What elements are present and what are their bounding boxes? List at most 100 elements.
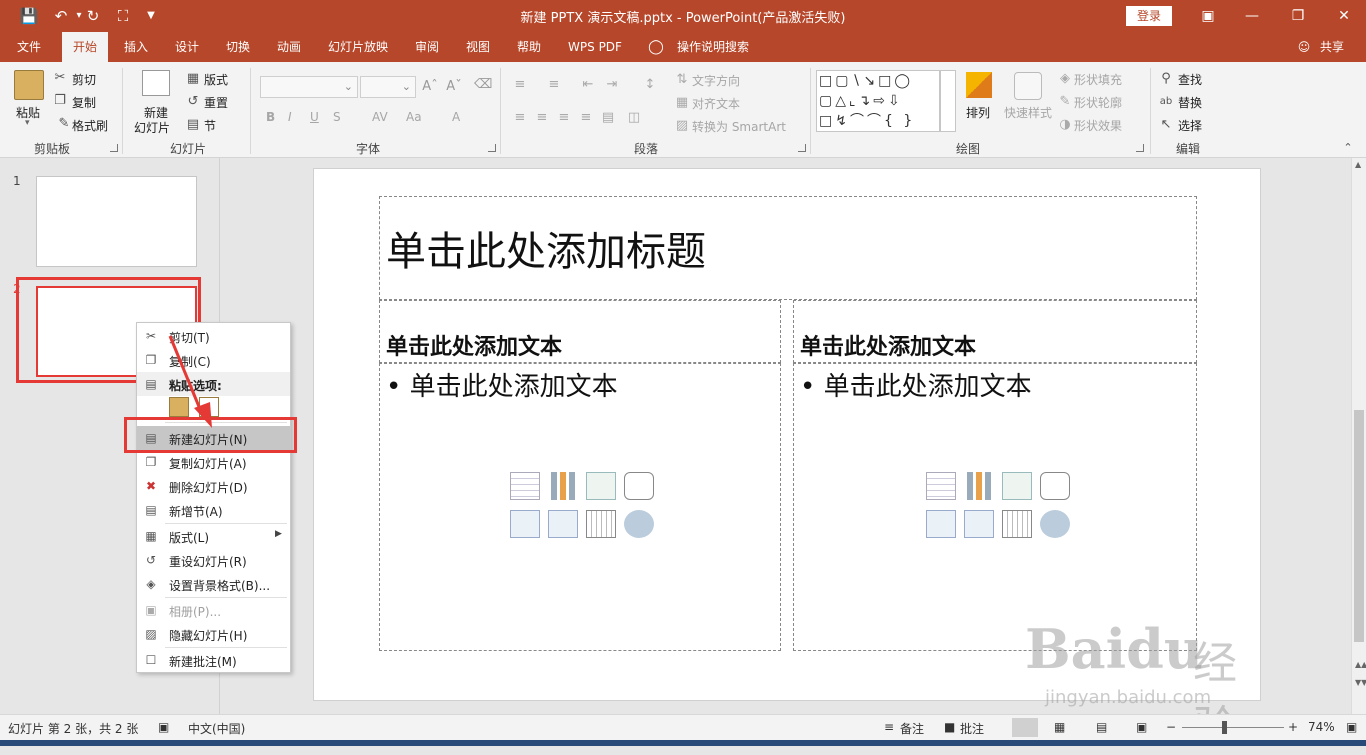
- line-spacing-icon[interactable]: ↕: [640, 77, 660, 93]
- align-center-icon[interactable]: ≡: [534, 110, 550, 126]
- presenter-icon[interactable]: ⛶: [112, 6, 134, 26]
- tab-insert[interactable]: 插入: [113, 32, 159, 62]
- arrange-button[interactable]: 排列: [966, 104, 990, 121]
- justify-icon[interactable]: ≡: [578, 110, 594, 126]
- menu-new-comment[interactable]: ☐ 新建批注(M): [137, 648, 290, 672]
- section-button[interactable]: 节: [204, 117, 216, 134]
- find-button[interactable]: 查找: [1178, 71, 1202, 88]
- tab-help[interactable]: 帮助: [506, 32, 552, 62]
- text-direction-button[interactable]: 文字方向: [692, 72, 740, 89]
- login-button[interactable]: 登录: [1126, 6, 1172, 26]
- insert-video-icon[interactable]: [1002, 510, 1032, 538]
- zoom-slider-thumb[interactable]: [1222, 721, 1227, 734]
- paste-icon[interactable]: [14, 70, 44, 100]
- insert-icons-icon[interactable]: [624, 510, 654, 538]
- close-button[interactable]: ✕: [1326, 4, 1362, 28]
- paste-dropdown-icon[interactable]: ▾: [25, 118, 30, 128]
- new-slide-label-2[interactable]: 幻灯片: [134, 119, 170, 136]
- tab-design[interactable]: 设计: [164, 32, 210, 62]
- comments-button[interactable]: 批注: [960, 720, 984, 737]
- shapes-gallery-scroll[interactable]: [940, 70, 956, 132]
- menu-reset-slide[interactable]: ↺ 重设幻灯片(R): [137, 548, 290, 572]
- shape-fill-button[interactable]: 形状填充: [1074, 71, 1122, 88]
- reset-button[interactable]: 重置: [204, 94, 228, 111]
- quick-styles-icon[interactable]: [1014, 72, 1042, 100]
- bullets-icon[interactable]: ≡: [510, 77, 530, 93]
- zoom-slider[interactable]: [1182, 727, 1284, 728]
- minimize-button[interactable]: —: [1234, 4, 1270, 28]
- online-picture-icon[interactable]: [964, 510, 994, 538]
- italic-button[interactable]: I: [288, 110, 292, 124]
- paragraph-launcher-icon[interactable]: [798, 144, 806, 152]
- drawing-launcher-icon[interactable]: [1136, 144, 1144, 152]
- decrease-indent-icon[interactable]: ⇤: [580, 77, 596, 93]
- slide-thumbnail-1[interactable]: [36, 176, 197, 267]
- slideshow-icon[interactable]: ▣: [1136, 720, 1147, 734]
- customize-toolbar-icon[interactable]: ▼: [140, 6, 162, 26]
- underline-button[interactable]: U: [310, 110, 319, 124]
- align-left-icon[interactable]: ≡: [512, 110, 528, 126]
- zoom-out-icon[interactable]: −: [1166, 720, 1176, 734]
- previous-slide-icon[interactable]: ▲▲: [1355, 660, 1366, 669]
- font-color-button[interactable]: A: [452, 110, 460, 124]
- bold-button[interactable]: B: [266, 110, 275, 124]
- vertical-scrollbar[interactable]: ▲ ▲▲ ▼▼: [1351, 158, 1366, 714]
- next-slide-icon[interactable]: ▼▼: [1355, 678, 1366, 687]
- cut-button[interactable]: 剪切: [72, 71, 96, 88]
- menu-duplicate-slide[interactable]: ❐ 复制幻灯片(A): [137, 450, 290, 474]
- spell-check-icon[interactable]: ▣: [158, 720, 169, 734]
- right-heading-placeholder[interactable]: 单击此处添加文本: [793, 300, 1197, 363]
- font-size-combo[interactable]: ⌄: [360, 76, 416, 98]
- insert-smartart-icon[interactable]: [1002, 472, 1032, 500]
- tab-review[interactable]: 审阅: [404, 32, 450, 62]
- format-painter-button[interactable]: 格式刷: [72, 117, 108, 134]
- insert-picture-icon[interactable]: [510, 510, 540, 538]
- online-picture-icon[interactable]: [548, 510, 578, 538]
- tab-transitions[interactable]: 切换: [215, 32, 261, 62]
- menu-hide-slide[interactable]: ▨ 隐藏幻灯片(H): [137, 622, 290, 646]
- share-button[interactable]: 共享: [1314, 32, 1350, 62]
- language-indicator[interactable]: 中文(中国): [188, 720, 245, 737]
- save-icon[interactable]: 💾: [18, 6, 40, 26]
- insert-3d-model-icon[interactable]: [624, 472, 654, 500]
- insert-3d-model-icon[interactable]: [1040, 472, 1070, 500]
- increase-indent-icon[interactable]: ⇥: [604, 77, 620, 93]
- insert-smartart-icon[interactable]: [586, 472, 616, 500]
- tab-home[interactable]: 开始: [62, 32, 108, 62]
- convert-smartart-button[interactable]: 转换为 SmartArt: [692, 118, 786, 135]
- new-slide-icon[interactable]: [142, 70, 170, 96]
- scroll-up-icon[interactable]: ▲: [1355, 160, 1361, 169]
- select-button[interactable]: 选择: [1178, 117, 1202, 134]
- insert-icons-icon[interactable]: [1040, 510, 1070, 538]
- tab-slideshow[interactable]: 幻灯片放映: [320, 32, 396, 62]
- menu-format-background[interactable]: ◈ 设置背景格式(B)...: [137, 572, 290, 596]
- shadow-button[interactable]: S: [333, 110, 341, 124]
- left-content-placeholder[interactable]: • 单击此处添加文本: [379, 363, 781, 651]
- slide-sorter-icon[interactable]: ▦: [1054, 720, 1065, 734]
- quick-styles-button[interactable]: 快速样式: [1004, 104, 1052, 121]
- shrink-font-icon[interactable]: Aˇ: [446, 79, 462, 95]
- clear-format-icon[interactable]: ⌫: [474, 77, 492, 93]
- tab-file[interactable]: 文件: [6, 32, 52, 62]
- numbering-icon[interactable]: ≡: [544, 77, 564, 93]
- shape-effects-button[interactable]: 形状效果: [1074, 117, 1122, 134]
- align-text-button[interactable]: 对齐文本: [692, 95, 740, 112]
- font-launcher-icon[interactable]: [488, 144, 496, 152]
- tell-me-search[interactable]: 操作说明搜索: [670, 32, 756, 62]
- scroll-thumb[interactable]: [1354, 410, 1364, 642]
- tab-wps-pdf[interactable]: WPS PDF: [560, 32, 630, 62]
- title-placeholder[interactable]: 单击此处添加标题: [379, 196, 1197, 300]
- normal-view-icon[interactable]: [1012, 718, 1038, 737]
- replace-button[interactable]: 替换: [1178, 94, 1202, 111]
- zoom-level[interactable]: 74%: [1308, 720, 1335, 734]
- redo-icon[interactable]: ↻: [82, 6, 104, 26]
- shapes-gallery[interactable]: □▢∖↘□◯ ▢△⌞↴⇨⇩ □↯⌒⌒{ }: [816, 70, 940, 132]
- insert-table-icon[interactable]: [926, 472, 956, 500]
- menu-layout[interactable]: ▦ 版式(L) ▶: [137, 524, 290, 548]
- ribbon-display-icon[interactable]: ▣: [1190, 4, 1226, 28]
- insert-table-icon[interactable]: [510, 472, 540, 500]
- insert-picture-icon[interactable]: [926, 510, 956, 538]
- fit-to-window-icon[interactable]: ▣: [1346, 720, 1357, 734]
- zoom-in-icon[interactable]: +: [1288, 720, 1298, 734]
- insert-video-icon[interactable]: [586, 510, 616, 538]
